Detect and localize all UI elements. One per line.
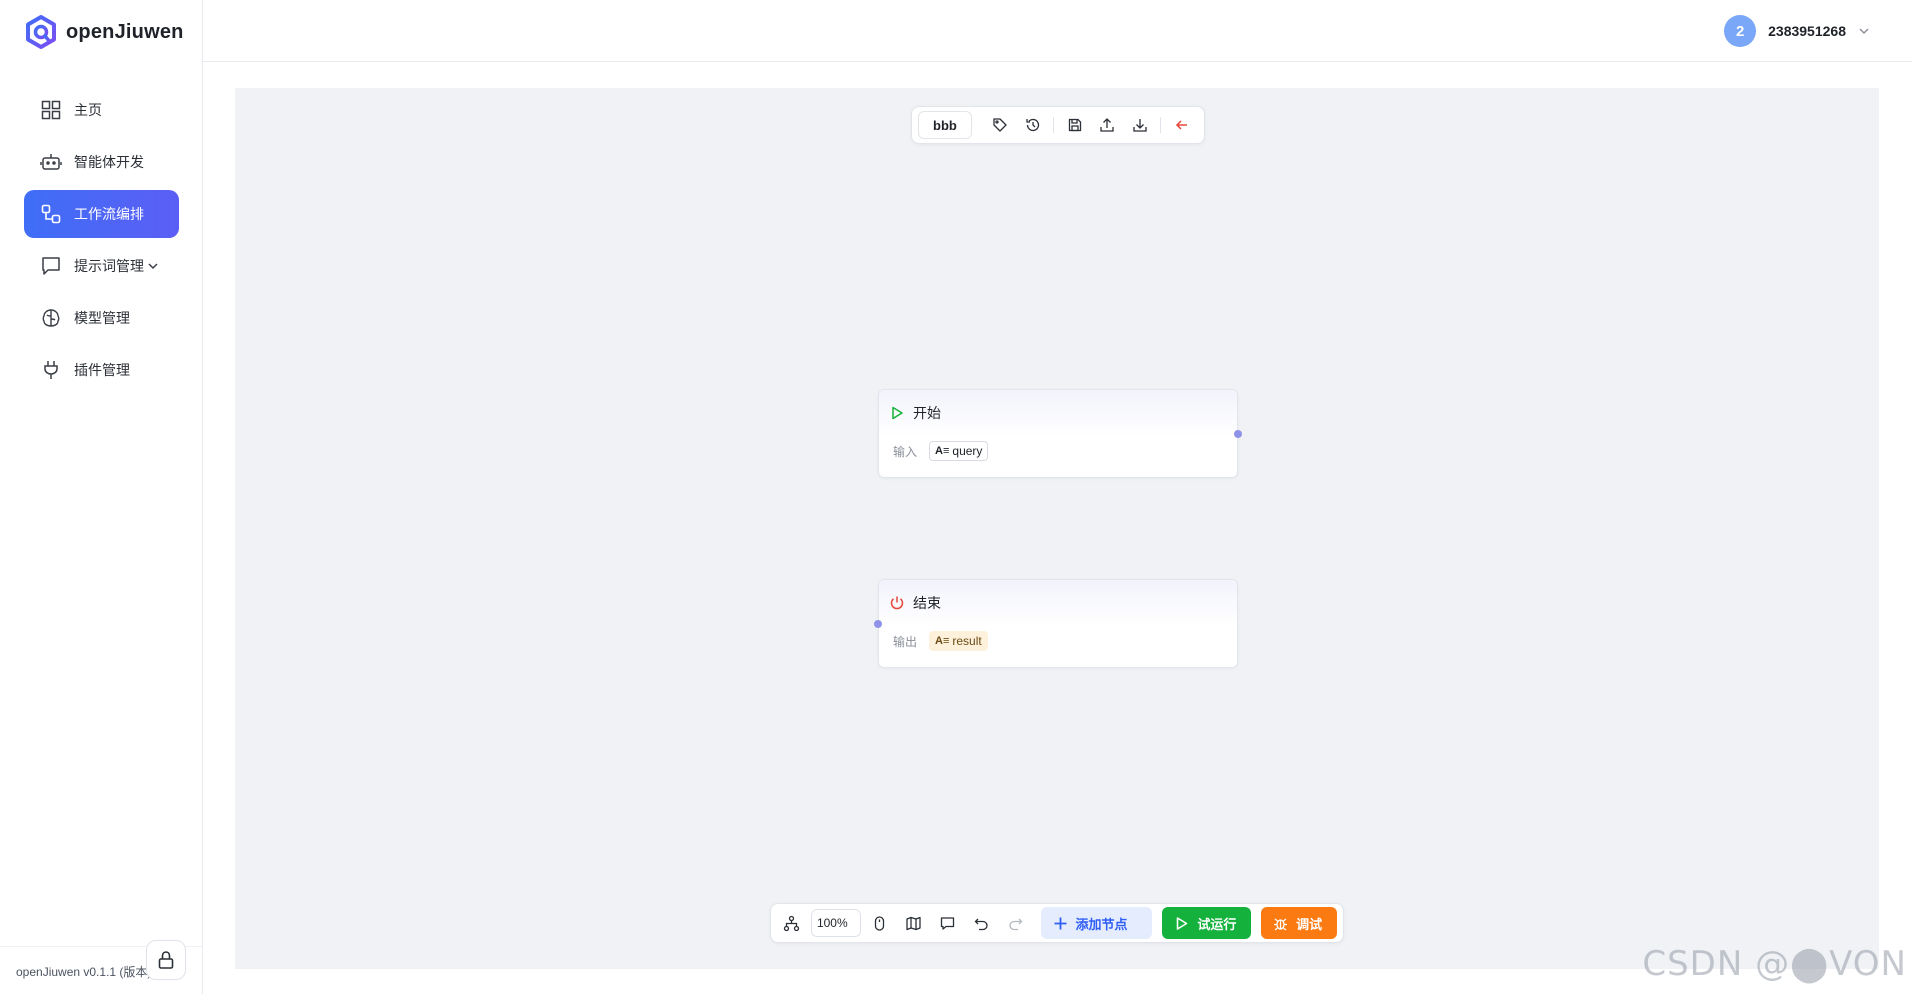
node-body: 输出 A≡ result [879,626,1237,656]
watermark: CSDN @⬤VON [1642,944,1907,984]
end-node[interactable]: 结束 输出 A≡ result [874,579,1238,668]
comment-icon [941,916,955,930]
save-button[interactable] [1061,111,1088,139]
play-icon [892,406,903,420]
sidebar-item-agent-dev[interactable]: 智能体开发 [24,138,179,186]
sidebar-item-label: 模型管理 [74,310,130,326]
trial-run-label: 试运行 [1197,916,1237,932]
variable-tag: A≡ query [929,441,989,461]
sidebar-item-label: 智能体开发 [74,154,144,170]
dashboard-icon [41,100,61,120]
add-node-button[interactable]: 添加节点 [1040,907,1153,939]
trial-run-button[interactable]: 试运行 [1162,907,1252,939]
variable-name: query [952,444,983,458]
auto-layout-button[interactable] [777,908,807,938]
variable-name: result [952,634,982,648]
lock-button[interactable] [146,940,186,980]
redo-button[interactable] [1001,908,1031,938]
comment-button[interactable] [933,908,963,938]
sidebar-item-models[interactable]: 模型管理 [24,294,179,342]
version-label: openJiuwen v0.1.1 (版本) [16,965,152,979]
node-title: 结束 [913,595,941,611]
debug-button[interactable]: 调试 [1261,907,1338,939]
output-port[interactable] [1234,430,1242,438]
add-node-label: 添加节点 [1075,916,1128,932]
input-port[interactable] [874,620,882,628]
sidebar-item-label: 插件管理 [74,362,130,378]
mouse-mode-button[interactable] [865,908,895,938]
history-icon [1026,118,1040,132]
undo-button[interactable] [967,908,997,938]
output-label: 输出 [893,634,918,649]
layout-tree-icon [784,915,800,931]
workflow-canvas[interactable] [235,88,1879,969]
lock-icon [158,951,174,969]
string-type-icon: A≡ [935,635,950,647]
node-header: 开始 [879,390,1237,436]
variable-tag: A≡ result [929,631,988,651]
export-button[interactable] [1094,111,1121,139]
sidebar-item-home[interactable]: 主页 [24,86,179,134]
message-icon [42,257,60,275]
brain-icon [42,309,60,327]
back-button[interactable] [1168,111,1195,139]
sidebar-item-label: 提示词管理 [74,258,144,274]
sidebar-item-prompts[interactable]: 提示词管理 [24,242,179,290]
plus-icon [1054,917,1067,929]
redo-icon [1009,918,1023,930]
zoom-level[interactable]: 100% [810,909,861,937]
debug-label: 调试 [1296,916,1323,932]
sidebar-footer: openJiuwen v0.1.1 (版本) [0,940,202,994]
upload-icon [1100,118,1114,132]
play-icon [1177,916,1188,930]
app-logo[interactable]: openJiuwen [24,14,184,50]
undo-icon [974,918,988,930]
import-button[interactable] [1127,111,1154,139]
sidebar-item-plugins[interactable]: 插件管理 [24,346,179,394]
tag-button[interactable] [987,111,1014,139]
node-body: 输入 A≡ query [879,436,1237,466]
minimap-button[interactable] [899,908,929,938]
back-arrow-icon [1175,120,1187,130]
tag-icon [993,118,1007,132]
sidebar: openJiuwen 主页 智能体开发 工作流编排 提示词管理 模型管理 插件管… [0,0,203,994]
app-name: openJiuwen [66,20,184,43]
history-button[interactable] [1020,111,1047,139]
robot-icon [40,154,62,170]
power-icon [890,596,904,610]
sidebar-item-label: 主页 [74,102,102,118]
avatar: 2 [1724,15,1757,47]
chevron-down-icon [1859,28,1869,34]
mouse-icon [875,915,885,931]
node-header: 结束 [879,580,1237,626]
workflow-icon [41,204,61,224]
workflow-bottom-toolbar: 100% 添加节点 试运行 调试 [770,903,1344,943]
username: 2383951268 [1768,23,1846,39]
sidebar-item-workflow[interactable]: 工作流编排 [24,190,179,238]
input-label: 输入 [893,444,918,459]
chevron-down-icon [148,263,158,270]
toolbar-divider [1053,117,1055,133]
plug-icon [44,361,58,379]
sidebar-item-label: 工作流编排 [74,206,144,222]
workflow-name[interactable]: bbb [918,111,972,139]
save-icon [1068,118,1081,132]
sidebar-nav: 主页 智能体开发 工作流编排 提示词管理 模型管理 插件管理 [24,86,179,398]
toolbar-divider [1160,117,1162,133]
workflow-top-toolbar: bbb [911,106,1205,144]
node-title: 开始 [913,405,941,421]
download-icon [1133,119,1147,132]
user-menu[interactable]: 2 2383951268 [1724,15,1870,47]
logo-icon [26,15,56,49]
bug-icon [1274,917,1288,931]
string-type-icon: A≡ [935,445,950,457]
map-icon [906,916,921,930]
top-header: 2 2383951268 [203,0,1912,62]
start-node[interactable]: 开始 输入 A≡ query [878,389,1242,478]
